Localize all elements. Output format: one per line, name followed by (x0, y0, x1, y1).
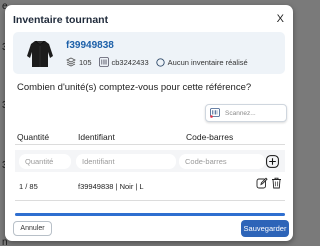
barcode-ref-group: cb3242433 (98, 57, 149, 67)
row-quantity: 1 / 85 (19, 182, 38, 191)
count-question: Combien d'unité(s) comptez-vous pour cet… (17, 82, 252, 93)
header-identifier: Identifiant (78, 132, 115, 142)
barcode-input[interactable]: Code-barres (179, 154, 265, 169)
save-button[interactable]: Sauvegarder (241, 220, 289, 237)
scan-input[interactable]: Scannez... (205, 104, 287, 122)
divider (15, 200, 285, 201)
plus-circle-icon (266, 155, 279, 168)
close-button[interactable]: X (277, 13, 284, 25)
modal-header: Inventaire tournant X (5, 5, 293, 31)
product-sku[interactable]: f39949838 (66, 40, 114, 51)
entry-input-row: Quantité Identifiant Code-barres (15, 150, 285, 172)
progress-fill (15, 213, 285, 216)
layers-icon (66, 57, 76, 67)
cancel-button[interactable]: Annuler (13, 221, 52, 236)
header-barcode: Code-barres (186, 132, 234, 142)
header-quantity: Quantité (17, 132, 50, 142)
product-image (23, 36, 57, 70)
trash-icon[interactable] (271, 177, 282, 189)
barcode-scanner-icon (210, 108, 221, 118)
inventory-status: Aucun inventaire réalisé (167, 57, 248, 67)
product-card: f39949838 105 cb3242433 Aucun inventaire… (13, 32, 285, 74)
add-row-button[interactable] (266, 155, 279, 168)
circle-outline-icon (155, 57, 165, 67)
modal-title: Inventaire tournant (13, 14, 109, 26)
progress-bar (15, 213, 285, 216)
product-meta: 105 cb3242433 Aucun inventaire réalisé (66, 56, 255, 68)
inventory-modal: Inventaire tournant X f39949838 105 cb32… (5, 5, 293, 241)
edit-icon[interactable] (256, 177, 268, 189)
hoodie-image (27, 40, 53, 67)
inventory-status-group: Aucun inventaire réalisé (155, 57, 248, 67)
divider (15, 144, 285, 145)
stock-count: 105 (79, 57, 92, 67)
stock-count-group: 105 (66, 57, 92, 67)
row-identifier: f39949838 | Noir | L (78, 182, 144, 191)
identifier-input[interactable]: Identifiant (76, 154, 176, 169)
scan-placeholder: Scannez... (225, 109, 256, 117)
quantity-input[interactable]: Quantité (19, 154, 71, 169)
barcode-ref: cb3242433 (111, 57, 149, 67)
barcode-icon (98, 57, 109, 67)
row-actions (256, 177, 285, 189)
